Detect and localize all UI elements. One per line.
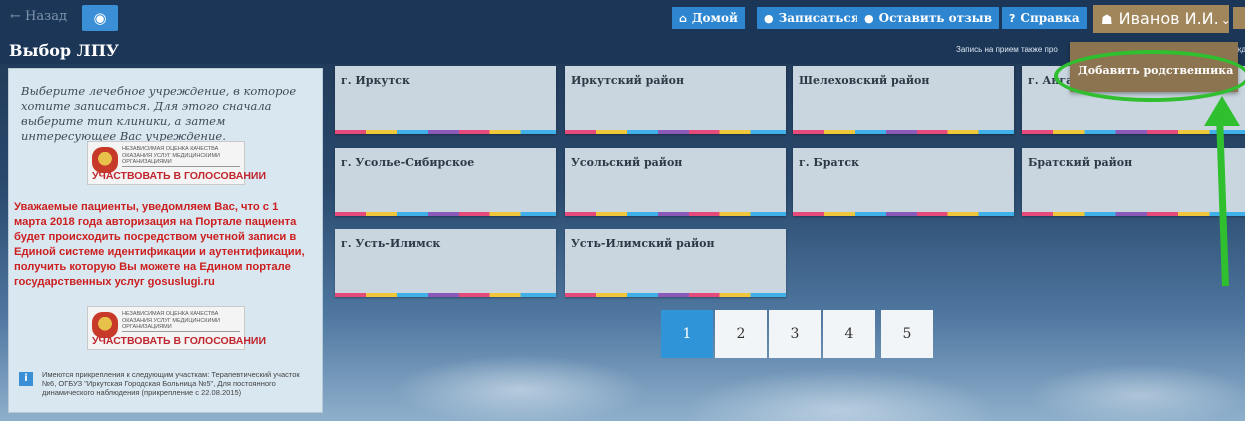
highlight-ellipse: [1054, 50, 1245, 102]
page-title: Выбор ЛПУ: [9, 41, 119, 60]
chat-icon: ●: [864, 12, 874, 25]
signup-label: Записаться: [778, 11, 860, 25]
page-button-2[interactable]: 2: [715, 310, 767, 358]
help-label: Справка: [1020, 11, 1080, 25]
feedback-label: Оставить отзыв: [878, 11, 993, 25]
chevron-down-icon: ⌄: [1220, 13, 1231, 27]
tile-label: г. Усть-Илимск: [341, 237, 441, 250]
vote-caption: Независимая оценка качества оказания усл…: [122, 311, 220, 330]
tile-label: Шелеховский район: [799, 74, 930, 87]
top-bar: ← Назад ◉ ⌂ Домой ● Записаться ● Оставить о…: [0, 0, 1245, 36]
question-icon: ?: [1009, 12, 1016, 25]
vote-label: УЧАСТВОВАТЬ В ГОЛОСОВАНИИ: [92, 170, 267, 182]
page-button-4[interactable]: 4: [823, 310, 875, 358]
home-label: Домой: [691, 11, 738, 25]
vote-banner[interactable]: Независимая оценка качества оказания усл…: [87, 141, 267, 185]
tile-label: г. Братск: [799, 156, 860, 169]
vote-banner[interactable]: Независимая оценка качества оказания усл…: [87, 306, 267, 350]
district-tile[interactable]: Братский район: [1022, 148, 1245, 216]
divider: [122, 331, 240, 332]
tile-label: г. Иркутск: [341, 74, 410, 87]
district-tile[interactable]: Усть-Илимский район: [565, 229, 786, 297]
tile-label: Иркутский район: [571, 74, 685, 87]
district-tile[interactable]: г. Иркутск: [335, 66, 556, 134]
auth-warning: Уважаемые пациенты, уведомляем Вас, что …: [14, 201, 305, 288]
accessibility-button[interactable]: ◉: [82, 5, 118, 31]
vote-label: УЧАСТВОВАТЬ В ГОЛОСОВАНИИ: [92, 335, 267, 347]
tile-label: Усольский район: [571, 156, 683, 169]
user-icon: ☗: [1101, 13, 1113, 28]
user-name: Иванов И.И.: [1118, 9, 1219, 28]
home-button[interactable]: ⌂ Домой: [672, 7, 745, 29]
help-button[interactable]: ? Справка: [1002, 7, 1087, 29]
attachment-info: Имеются прикрепления к следующим участка…: [42, 370, 300, 397]
page-button-1[interactable]: 1: [661, 310, 713, 358]
back-link[interactable]: ← Назад: [10, 9, 67, 24]
district-tile[interactable]: г. Усть-Илимск: [335, 229, 556, 297]
feedback-button[interactable]: ● Оставить отзыв: [857, 7, 1000, 29]
tile-label: Усть-Илимский район: [571, 237, 715, 250]
home-icon: ⌂: [679, 12, 687, 25]
menu-edge-button[interactable]: [1233, 7, 1245, 29]
signup-button[interactable]: ● Записаться: [757, 7, 867, 29]
info-icon: i: [19, 372, 33, 386]
vote-caption: Независимая оценка качества оказания усл…: [122, 146, 220, 165]
title-row: Выбор ЛПУ Запись на прием также про жд: [0, 36, 1245, 64]
district-tile[interactable]: Шелеховский район: [793, 66, 1014, 134]
tile-label: Братский район: [1028, 156, 1133, 169]
district-tile[interactable]: г. Усолье-Сибирское: [335, 148, 556, 216]
eye-icon: ◉: [93, 9, 107, 27]
district-tile[interactable]: Усольский район: [565, 148, 786, 216]
page-button-3[interactable]: 3: [769, 310, 821, 358]
district-tile[interactable]: Иркутский район: [565, 66, 786, 134]
record-note: Запись на прием также про: [956, 45, 1058, 54]
page-button-5[interactable]: 5: [881, 310, 933, 358]
intro-text: Выберите лечебное учреждение, в которое …: [21, 84, 297, 143]
district-tile[interactable]: г. Братск: [793, 148, 1014, 216]
tile-label: г. Усолье-Сибирское: [341, 156, 475, 169]
info-sidebar: Выберите лечебное учреждение, в которое …: [8, 68, 323, 413]
chat-icon: ●: [764, 12, 774, 25]
user-menu-button[interactable]: ☗ Иванов И.И. ⌄: [1093, 5, 1231, 33]
divider: [122, 166, 240, 167]
